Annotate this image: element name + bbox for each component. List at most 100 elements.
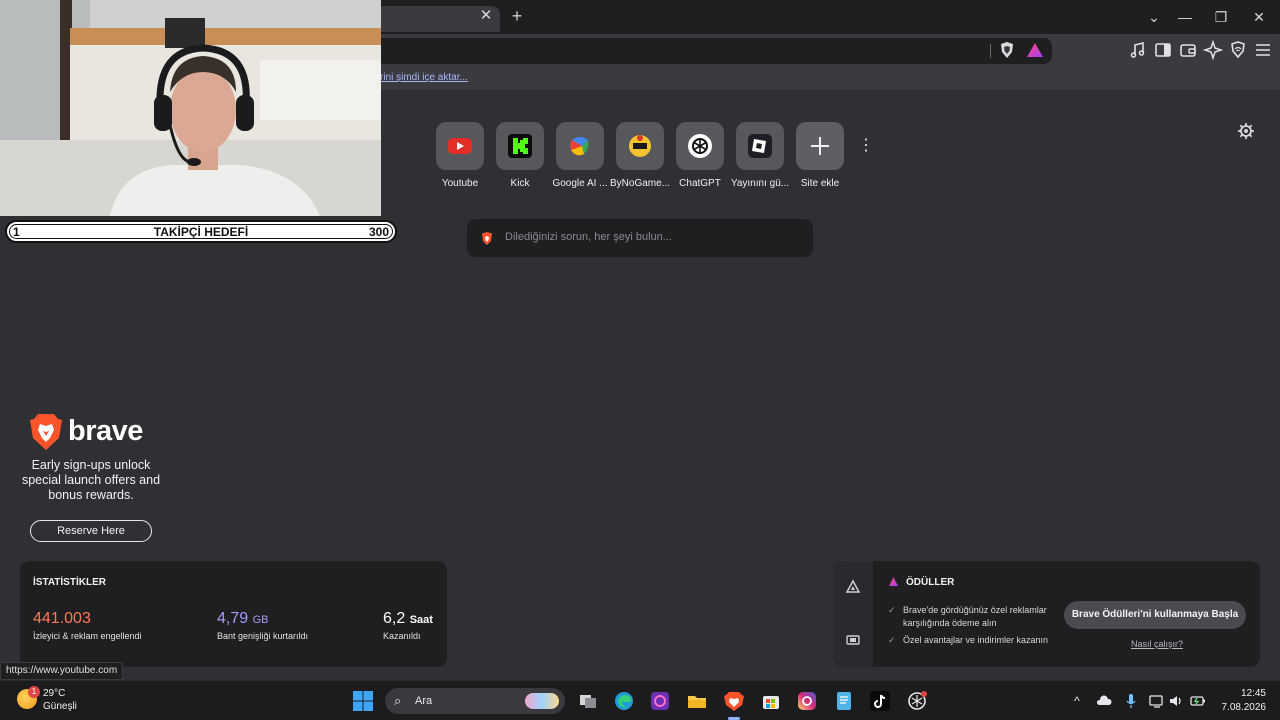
shortcut-tile[interactable] <box>796 122 844 170</box>
tab-search-icon[interactable]: ⌄ <box>1141 6 1167 28</box>
search-box[interactable]: Dilediğinizi sorun, her şeyi bulun... <box>467 219 813 257</box>
shortcut-label: Yayınını gü... <box>730 178 790 189</box>
shortcut-chatgpt[interactable]: ChatGPT <box>670 122 730 194</box>
status-url: https://www.youtube.com <box>0 662 124 680</box>
taskbar-clock[interactable]: 12:45 7.08.2026 <box>1216 687 1267 715</box>
follower-goal-label: TAKİPÇİ HEDEFİ <box>153 225 249 239</box>
close-window-button[interactable]: ✕ <box>1246 6 1272 28</box>
streamelements-icon <box>748 134 772 158</box>
brave-rewards-icon[interactable] <box>1026 42 1044 58</box>
tab-close-icon[interactable]: ✕ <box>478 7 494 25</box>
clock-time: 12:45 <box>1240 688 1266 699</box>
brave-shields-icon[interactable] <box>999 41 1015 59</box>
shortcut-label: Google AI ... <box>552 178 608 189</box>
shortcut-add-site[interactable]: Site ekle <box>790 122 850 194</box>
menu-icon[interactable] <box>1253 40 1273 60</box>
shortcut-google-ai[interactable]: Google AI ... <box>550 122 610 194</box>
shortcut-bynogame[interactable]: ByNoGame... <box>610 122 670 194</box>
check-icon: ✓ <box>888 605 896 615</box>
minimize-button[interactable]: — <box>1172 6 1198 28</box>
chatgpt-app-icon[interactable] <box>906 690 928 712</box>
weather-temp[interactable]: 29°C <box>43 688 65 699</box>
network-icon[interactable] <box>1148 692 1166 710</box>
search-icon: ⌕ <box>394 693 402 708</box>
shortcut-label: ChatGPT <box>679 178 721 189</box>
search-highlight-art <box>525 693 559 709</box>
vpn-shield-icon[interactable] <box>1228 40 1248 60</box>
stats-card: İSTATİSTİKLER 441.003 İzleyici & reklam … <box>20 561 447 667</box>
restore-button[interactable]: ❐ <box>1208 6 1234 28</box>
file-explorer-icon[interactable] <box>686 690 708 712</box>
rewards-title: ÖDÜLLER <box>906 577 955 588</box>
stat-bandwidth-unit: GB <box>252 614 269 626</box>
stat-time-unit: Saat <box>409 614 433 626</box>
battery-icon[interactable] <box>1189 692 1207 710</box>
follower-goal-bar: 1 TAKİPÇİ HEDEFİ 300 <box>5 220 397 243</box>
notepad-icon[interactable] <box>833 690 855 712</box>
new-tab-button[interactable]: + <box>508 5 526 27</box>
shortcut-tile[interactable] <box>556 122 604 170</box>
rewards-item-text: Brave'de gördüğünüz özel reklamlar karşı… <box>903 605 1047 628</box>
music-icon[interactable] <box>1128 40 1148 60</box>
edge-icon[interactable] <box>613 690 635 712</box>
leo-ai-icon[interactable] <box>1203 40 1223 60</box>
onedrive-cloud-icon[interactable] <box>1095 692 1113 710</box>
instagram-icon[interactable] <box>796 690 818 712</box>
start-rewards-button[interactable]: Brave Ödülleri'ni kullanmaya Başla <box>1064 601 1246 629</box>
youtube-icon <box>448 138 472 154</box>
stat-blocked-value: 441.003 <box>33 610 91 627</box>
rewards-triangle-icon <box>889 577 898 586</box>
stat-bandwidth-value: 4,79 <box>217 610 249 627</box>
tray-chevron-icon[interactable]: ^ <box>1068 692 1086 710</box>
sidebar-icon[interactable] <box>1153 40 1173 60</box>
shortcut-youtube[interactable]: Youtube <box>430 122 490 194</box>
tiktok-icon[interactable] <box>869 690 891 712</box>
microphone-icon[interactable] <box>1122 692 1140 710</box>
rewards-item: ✓ Brave'de gördüğünüz özel reklamlar kar… <box>888 604 1063 630</box>
widget-tab-icon[interactable] <box>845 632 861 648</box>
shortcut-streamelements[interactable]: Yayınını gü... <box>730 122 790 194</box>
import-bookmarks-link[interactable]: rini şimdi içe aktar... <box>380 72 468 83</box>
shortcut-tile[interactable] <box>436 122 484 170</box>
rewards-tab-icon[interactable] <box>845 579 861 595</box>
start-windows-icon[interactable] <box>352 690 374 712</box>
shortcut-kick[interactable]: Kick <box>490 122 550 194</box>
stat-time-value: 6,2 <box>383 610 406 627</box>
brave-logo-icon <box>482 232 492 245</box>
shortcuts-more-icon[interactable]: ⋮ <box>858 136 874 156</box>
wallet-icon[interactable] <box>1178 40 1198 60</box>
stat-bandwidth: 4,79 GB Bant genişliği kurtarıldı <box>217 610 308 641</box>
search-placeholder: Dilediğinizi sorun, her şeyi bulun... <box>505 231 672 243</box>
taskbar: 1 29°C Güneşli ⌕ Ara ^ 12:45 7.08.2026 <box>0 680 1280 720</box>
reserve-button[interactable]: Reserve Here <box>30 520 152 542</box>
ad-text: Early sign-ups unlock special launch off… <box>21 458 161 502</box>
check-icon: ✓ <box>888 635 896 645</box>
follower-goal-target: 300 <box>368 225 389 239</box>
how-it-works-link[interactable]: Nasıl çalışır? <box>1131 639 1183 649</box>
address-bar[interactable] <box>360 38 1052 64</box>
stat-time-desc: Kazanıldı <box>383 631 421 641</box>
stat-blocked: 441.003 İzleyici & reklam engellendi <box>33 610 142 641</box>
shortcut-tile[interactable] <box>616 122 664 170</box>
volume-icon[interactable] <box>1167 692 1185 710</box>
stat-time: 6,2 Saat Kazanıldı <box>383 610 433 641</box>
clock-date: 7.08.2026 <box>1221 702 1267 713</box>
settings-gear-icon[interactable] <box>1236 121 1256 141</box>
google-ai-icon <box>570 137 589 156</box>
store-icon[interactable] <box>760 690 782 712</box>
rewards-card: ÖDÜLLER ✓ Brave'de gördüğünüz özel rekla… <box>833 561 1260 667</box>
shortcut-tile[interactable] <box>676 122 724 170</box>
pink-app-icon[interactable] <box>649 690 671 712</box>
rewards-item: ✓ Özel avantajlar ve indirimler kazanın <box>888 634 1063 647</box>
brave-wordmark: brave <box>68 415 143 447</box>
brave-icon[interactable] <box>723 690 745 712</box>
shortcut-tile[interactable] <box>496 122 544 170</box>
stats-title: İSTATİSTİKLER <box>33 577 106 588</box>
shortcut-label: Youtube <box>441 178 479 189</box>
taskview-icon[interactable] <box>577 690 599 712</box>
weather-desc[interactable]: Güneşli <box>43 701 77 712</box>
shortcut-tile[interactable] <box>736 122 784 170</box>
taskbar-search[interactable]: ⌕ Ara <box>385 688 565 714</box>
shortcut-label: Kick <box>510 178 530 189</box>
stat-bandwidth-desc: Bant genişliği kurtarıldı <box>217 631 309 641</box>
